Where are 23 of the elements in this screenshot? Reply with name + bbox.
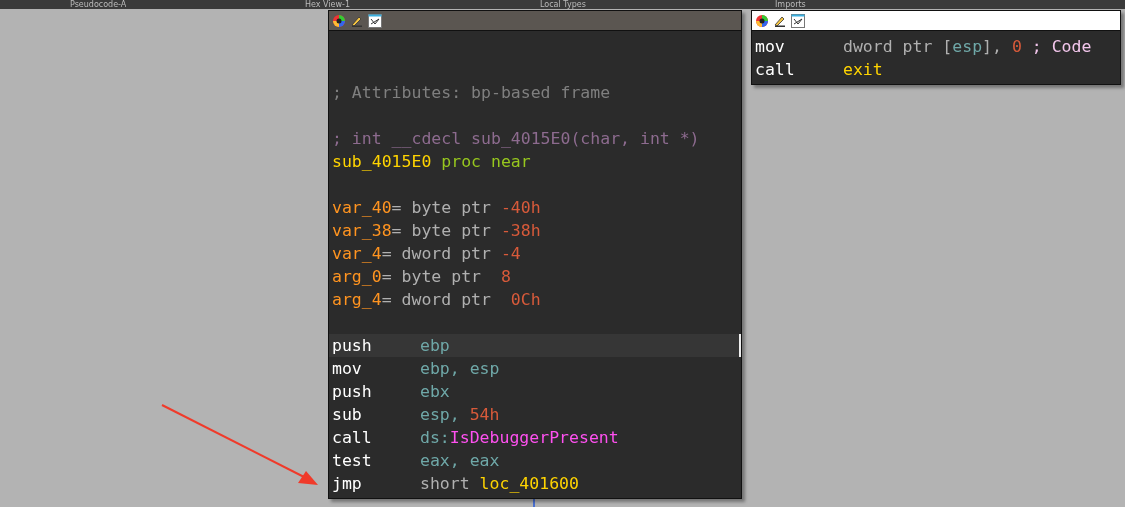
instruction-line[interactable]: call ds:IsDebuggerPresent (329, 426, 741, 449)
instruction-line[interactable]: test eax, eax (329, 449, 741, 472)
instruction-line[interactable]: push ebx (329, 380, 741, 403)
instruction-line[interactable]: call exit (752, 58, 1120, 81)
code-line[interactable]: sub_4015E0 proc near (329, 150, 741, 173)
tab[interactable]: Local Types (530, 0, 765, 9)
code-line[interactable]: arg_4= dword ptr 0Ch (329, 288, 741, 311)
tab[interactable]: Pseudocode-A (60, 0, 295, 9)
instruction-line[interactable]: sub esp, 54h (329, 403, 741, 426)
code-line[interactable]: var_40= byte ptr -40h (329, 196, 741, 219)
tab[interactable]: Hex View-1 (295, 0, 530, 9)
color-wheel-icon[interactable] (755, 13, 769, 28)
instruction-line[interactable]: mov dword ptr [esp], 0 ; Code (752, 35, 1120, 58)
code-line[interactable]: arg_0= byte ptr 8 (329, 265, 741, 288)
code-line[interactable]: var_4= dword ptr -4 (329, 242, 741, 265)
graph-icon[interactable] (368, 13, 382, 28)
color-wheel-icon[interactable] (332, 13, 346, 28)
graph-icon[interactable] (791, 13, 805, 28)
code-line[interactable]: ; Attributes: bp-based frame (329, 81, 741, 104)
instruction-line[interactable]: jmp short loc_401600 (329, 472, 741, 495)
tab[interactable]: Imports (765, 0, 1000, 9)
instruction-line[interactable]: mov ebp, esp (329, 357, 741, 380)
code-line[interactable]: var_38= byte ptr -38h (329, 219, 741, 242)
